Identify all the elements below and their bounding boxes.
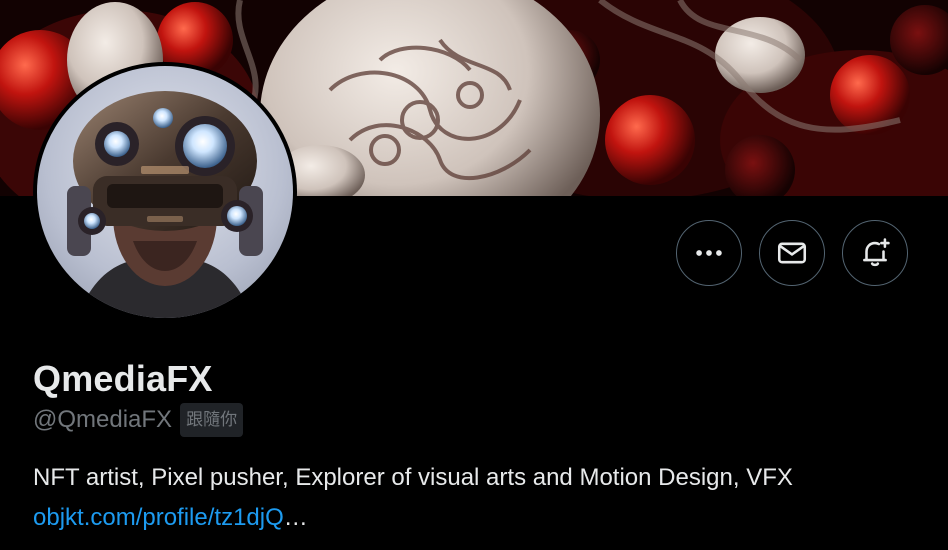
follows-you-badge: 跟隨你 xyxy=(180,403,244,437)
robot-avatar xyxy=(67,91,263,318)
display-name: QmediaFX xyxy=(33,358,213,399)
profile-page: QmediaFX @QmediaFX 跟隨你 NFT artist, Pixel… xyxy=(0,0,948,550)
notify-button[interactable] xyxy=(842,220,908,286)
bio-link-row: objkt.com/profile/tz1djQ… xyxy=(33,504,308,532)
bio-link[interactable]: objkt.com/profile/tz1djQ xyxy=(33,504,284,531)
handle-row: @QmediaFX 跟隨你 xyxy=(33,403,244,437)
user-handle: @QmediaFX xyxy=(33,406,173,433)
link-ellipsis: … xyxy=(283,504,308,531)
profile-bio: NFT artist, Pixel pusher, Explorer of vi… xyxy=(33,464,793,491)
profile-avatar[interactable] xyxy=(33,62,297,322)
bell-plus-icon xyxy=(863,238,890,267)
more-horizontal-icon xyxy=(696,250,722,256)
envelope-icon xyxy=(777,242,807,264)
message-button[interactable] xyxy=(759,220,825,286)
more-options-button[interactable] xyxy=(676,220,742,286)
